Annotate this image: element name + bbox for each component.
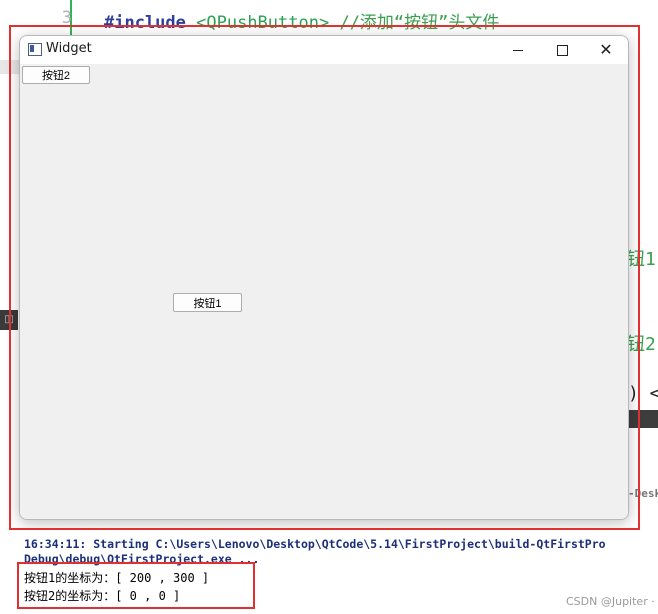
include-header: <QPushButton> [196, 13, 330, 33]
close-icon: ✕ [599, 40, 613, 59]
window-app-icon [28, 43, 42, 56]
maximize-icon [556, 44, 568, 56]
sidebar-stub [0, 60, 20, 74]
editor-dark-bar [628, 410, 658, 428]
push-button-2[interactable]: 按钮2 [22, 66, 90, 84]
minimize-icon [513, 49, 523, 51]
sidebar-toggle-icon[interactable]: ◫ [0, 310, 18, 330]
application-output: 16:34:11: Starting C:\Users\Lenovo\Deskt… [0, 530, 658, 614]
widget-client-area: 按钮2 按钮1 [20, 64, 628, 519]
build-dir-fragment: -Desk [628, 487, 658, 500]
code-fragment-1: 钮1 [627, 249, 656, 270]
include-keyword: #include [104, 13, 186, 33]
line-number: 3 [61, 8, 72, 28]
minimize-button[interactable] [496, 36, 540, 64]
maximize-button[interactable] [540, 36, 584, 64]
include-comment: //添加“按钮”头文件 [339, 13, 500, 33]
window-titlebar[interactable]: Widget ✕ [20, 36, 628, 64]
output-line-path: Debug\debug\QtFirstProject.exe ... [24, 552, 260, 566]
output-line-button1-pos: 按钮1的坐标为：[ 200 , 300 ] [24, 571, 210, 585]
output-line-start: 16:34:11: Starting C:\Users\Lenovo\Deskt… [24, 537, 606, 551]
close-button[interactable]: ✕ [584, 36, 628, 64]
output-line-button2-pos: 按钮2的坐标为：[ 0 , 0 ] [24, 589, 181, 603]
push-button-1[interactable]: 按钮1 [173, 293, 242, 312]
watermark: CSDN @Jupiter · [566, 595, 655, 608]
code-fragment-2: 钮2 [627, 334, 656, 355]
code-fragment-3: ) < [628, 383, 658, 404]
window-title: Widget [46, 41, 92, 56]
widget-window: Widget ✕ 按钮2 按钮1 [19, 35, 629, 520]
